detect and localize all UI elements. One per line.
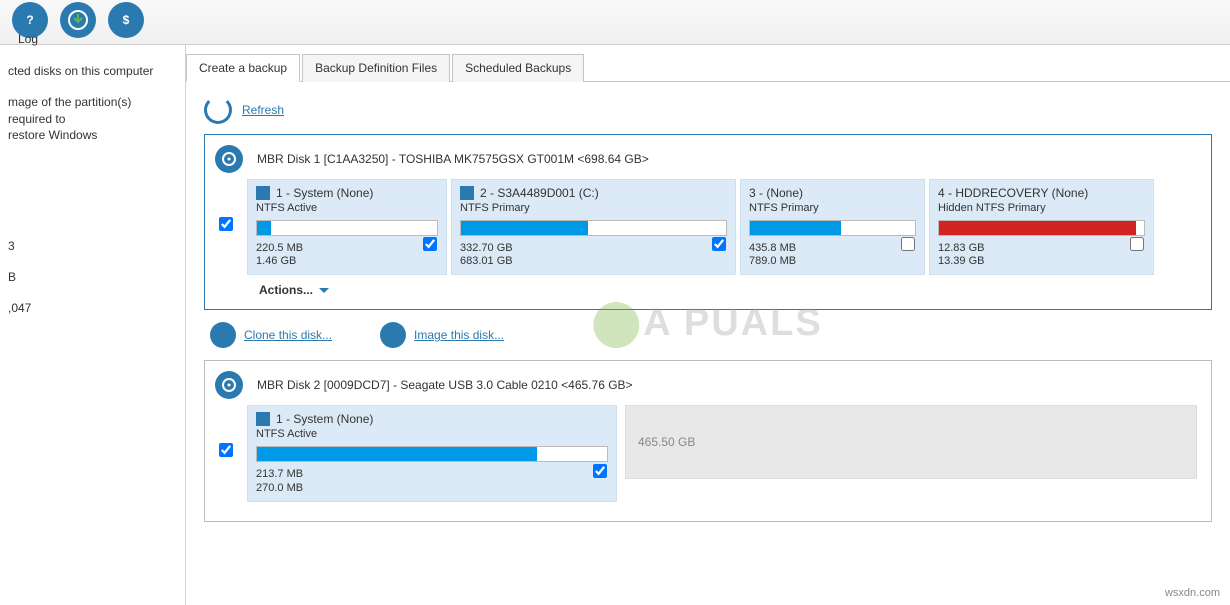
partition-checkbox[interactable] xyxy=(423,237,437,251)
partition-type: Hidden NTFS Primary xyxy=(938,202,1145,214)
windows-icon xyxy=(256,186,270,200)
usage-bar xyxy=(938,220,1145,236)
partition-d2-1[interactable]: 1 - System (None) NTFS Active 213.7 MB270.… xyxy=(247,405,617,501)
partition-checkbox[interactable] xyxy=(901,237,915,251)
sidebar: cted disks on this computer mage of the … xyxy=(0,45,186,605)
sidebar-text-1: cted disks on this computer xyxy=(8,63,177,80)
disk-1-title: MBR Disk 1 [C1AA3250] - TOSHIBA MK7575GS… xyxy=(257,152,649,166)
partition-sizes: 12.83 GB13.39 GB xyxy=(938,242,1145,268)
usage-bar xyxy=(749,220,916,236)
windows-icon xyxy=(460,186,474,200)
partition-label: 1 - System (None) xyxy=(276,186,373,200)
windows-icon xyxy=(256,412,270,426)
partition-sizes: 220.5 MB1.46 GB xyxy=(256,242,438,268)
disk-2-checkbox[interactable] xyxy=(219,443,233,457)
tab-create-backup[interactable]: Create a backup xyxy=(186,54,300,82)
credit-text: wsxdn.com xyxy=(1165,587,1220,599)
sidebar-text-2: mage of the partition(s) required torest… xyxy=(8,94,177,144)
partition-checkbox[interactable] xyxy=(1130,237,1144,251)
tab-scheduled-backups[interactable]: Scheduled Backups xyxy=(452,54,584,82)
partition-type: NTFS Primary xyxy=(460,202,727,214)
unallocated-space: 465.50 GB xyxy=(625,405,1197,479)
disk-2-box: MBR Disk 2 [0009DCD7] - Seagate USB 3.0 … xyxy=(204,360,1212,522)
sidebar-stat-2: B xyxy=(8,269,177,286)
disk-2-title: MBR Disk 2 [0009DCD7] - Seagate USB 3.0 … xyxy=(257,378,633,392)
chevron-down-icon xyxy=(319,288,329,298)
actions-dropdown[interactable]: Actions... xyxy=(259,283,1197,297)
partition-d1-3[interactable]: 3 - (None) NTFS Primary 435.8 MB789.0 MB xyxy=(740,179,925,275)
usage-bar xyxy=(460,220,727,236)
disk-icon xyxy=(215,371,243,399)
toolbar-icon-2[interactable] xyxy=(60,2,96,38)
partition-sizes: 332.70 GB683.01 GB xyxy=(460,242,727,268)
usage-bar xyxy=(256,220,438,236)
refresh-icon[interactable] xyxy=(204,96,232,124)
partition-label: 2 - S3A4489D001 (C:) xyxy=(480,186,599,200)
partition-label: 4 - HDDRECOVERY (None) xyxy=(938,186,1088,200)
disk-icon xyxy=(215,145,243,173)
partition-type: NTFS Active xyxy=(256,428,608,440)
tab-definition-files[interactable]: Backup Definition Files xyxy=(302,54,450,82)
partition-d1-2[interactable]: 2 - S3A4489D001 (C:) NTFS Primary 332.70 G… xyxy=(451,179,736,275)
image-icon xyxy=(380,322,406,348)
partition-sizes: 213.7 MB270.0 MB xyxy=(256,468,608,494)
sidebar-stat-3: ,047 xyxy=(8,300,177,317)
toolbar-icon-3[interactable]: $ xyxy=(108,2,144,38)
clone-disk-link[interactable]: Clone this disk... xyxy=(244,328,332,342)
image-disk-link[interactable]: Image this disk... xyxy=(414,328,504,342)
partition-type: NTFS Primary xyxy=(749,202,916,214)
partition-label: 1 - System (None) xyxy=(276,412,373,426)
refresh-link[interactable]: Refresh xyxy=(242,103,284,117)
tabs: Create a backup Backup Definition Files … xyxy=(186,53,1230,82)
partition-d1-4[interactable]: 4 - HDDRECOVERY (None) Hidden NTFS Primar… xyxy=(929,179,1154,275)
usage-bar xyxy=(256,446,608,462)
partition-checkbox[interactable] xyxy=(712,237,726,251)
disk-1-checkbox[interactable] xyxy=(219,217,233,231)
disk-1-box: MBR Disk 1 [C1AA3250] - TOSHIBA MK7575GS… xyxy=(204,134,1212,310)
partition-type: NTFS Active xyxy=(256,202,438,214)
partition-label: 3 - (None) xyxy=(749,186,803,200)
log-button[interactable]: Log xyxy=(10,28,46,50)
clone-icon xyxy=(210,322,236,348)
partition-d1-1[interactable]: 1 - System (None) NTFS Active 220.5 MB1.46… xyxy=(247,179,447,275)
partition-sizes: 435.8 MB789.0 MB xyxy=(749,242,916,268)
sidebar-stat-1: 3 xyxy=(8,238,177,255)
partition-checkbox[interactable] xyxy=(593,464,607,478)
